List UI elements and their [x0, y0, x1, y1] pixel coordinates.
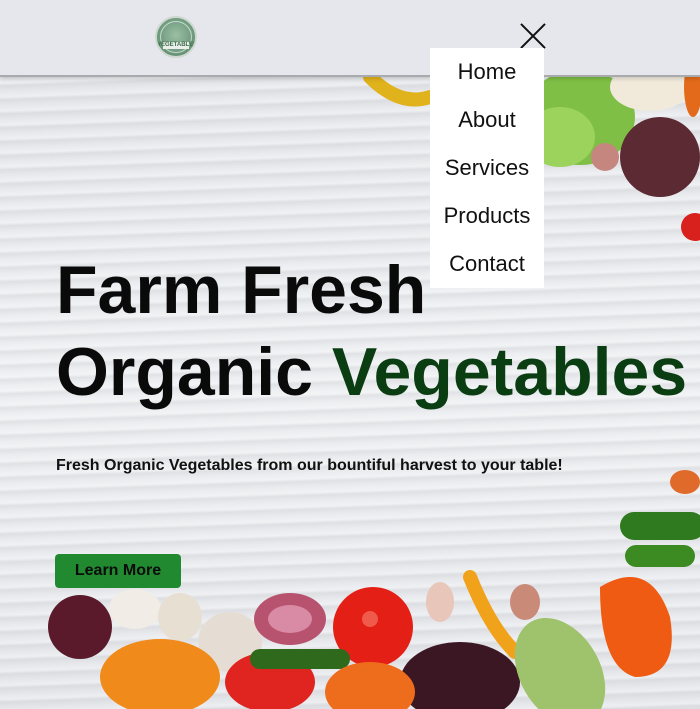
menu-item-about[interactable]: About: [430, 96, 544, 144]
menu-item-products[interactable]: Products: [430, 192, 544, 240]
menu-item-home[interactable]: Home: [430, 48, 544, 96]
site-header: VEGETABLES: [0, 0, 700, 77]
headline-line-2: Organic Vegetables: [56, 331, 687, 413]
hero-headline: Farm Fresh Organic Vegetables: [56, 249, 687, 413]
hero-subtitle: Fresh Organic Vegetables from our bounti…: [56, 457, 563, 474]
menu-item-services[interactable]: Services: [430, 144, 544, 192]
menu-item-contact[interactable]: Contact: [430, 240, 544, 288]
hero-section: Farm Fresh Organic Vegetables Fresh Orga…: [0, 77, 700, 709]
headline-plain-text: Organic: [56, 334, 332, 410]
learn-more-button[interactable]: Learn More: [55, 554, 181, 588]
headline-line-1: Farm Fresh: [56, 252, 427, 328]
close-menu-icon[interactable]: [519, 22, 547, 50]
logo[interactable]: VEGETABLES: [155, 16, 197, 58]
headline-accent-text: Vegetables: [331, 334, 688, 410]
dropdown-menu: Home About Services Products Contact: [430, 48, 544, 288]
logo-text: VEGETABLES: [157, 42, 197, 48]
